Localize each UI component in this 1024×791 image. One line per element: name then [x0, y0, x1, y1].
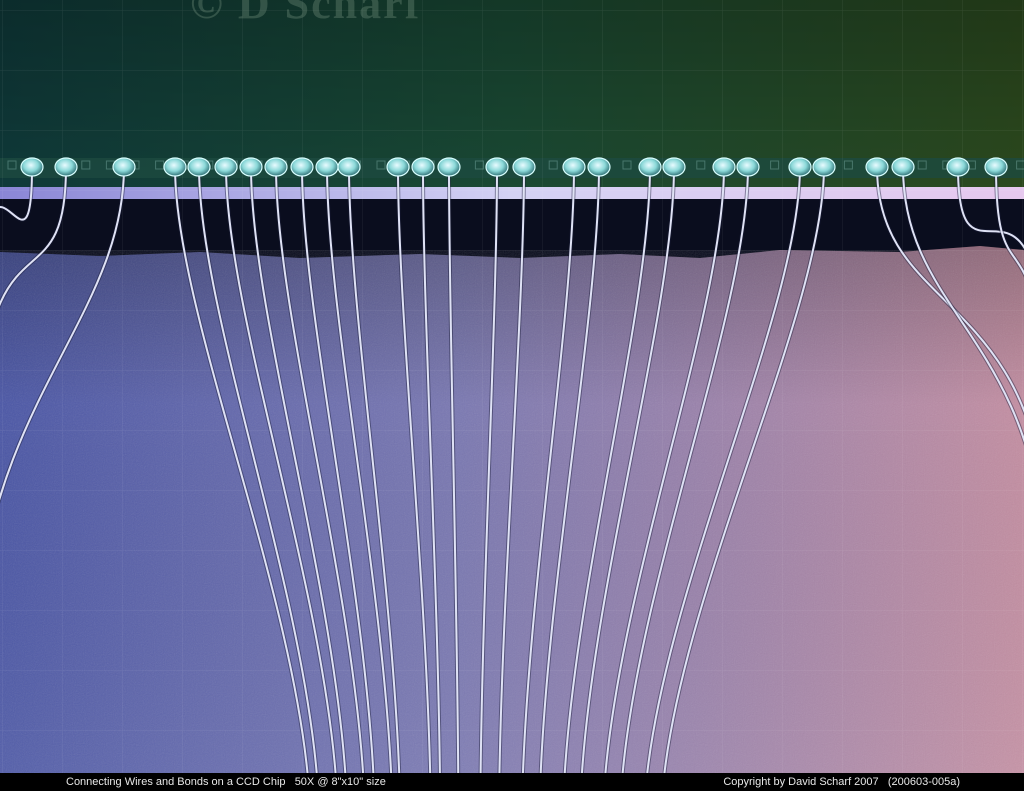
bond-ball: [812, 157, 836, 177]
bond-ball: [437, 157, 461, 177]
bond-ball: [946, 157, 970, 177]
bond-ball: [662, 157, 686, 177]
bond-ball: [264, 157, 288, 177]
bond-ball: [712, 157, 736, 177]
caption-magnification: 50X @ 8"x10" size: [294, 776, 386, 788]
bond-ball: [290, 157, 314, 177]
grid-overlay: [0, 0, 1024, 773]
bond-ball: [112, 157, 136, 177]
bond-ball: [163, 157, 187, 177]
bond-ball: [386, 157, 410, 177]
watermark: © D Scharf: [190, 0, 422, 28]
bond-ball: [239, 157, 263, 177]
caption-left: Connecting Wires and Bonds on a CCD Chip…: [66, 773, 386, 791]
caption-subject: Connecting Wires and Bonds on a CCD Chip: [66, 776, 286, 788]
bond-ball: [214, 157, 238, 177]
bond-ball: [512, 157, 536, 177]
photo-frame: © D Scharf Connecting Wires and Bonds on…: [0, 0, 1024, 791]
bond-ball: [984, 157, 1008, 177]
bond-ball: [587, 157, 611, 177]
bond-ball: [337, 157, 361, 177]
bond-ball: [411, 157, 435, 177]
bond-ball: [562, 157, 586, 177]
bond-ball: [20, 157, 44, 177]
bond-ball: [736, 157, 760, 177]
caption-copyright: Copyright by David Scharf 2007: [723, 776, 879, 788]
caption-right: Copyright by David Scharf 2007 (200603-0…: [723, 773, 960, 791]
caption-bar: Connecting Wires and Bonds on a CCD Chip…: [0, 773, 1024, 791]
bond-ball: [187, 157, 211, 177]
bond-ball: [54, 157, 78, 177]
ccd-chip-micrograph: [0, 0, 1024, 773]
bond-ball: [891, 157, 915, 177]
bond-ball: [788, 157, 812, 177]
bond-ball: [638, 157, 662, 177]
bond-ball: [865, 157, 889, 177]
bond-ball: [485, 157, 509, 177]
caption-catalog-id: (200603-005a): [887, 776, 960, 788]
bond-ball: [315, 157, 339, 177]
